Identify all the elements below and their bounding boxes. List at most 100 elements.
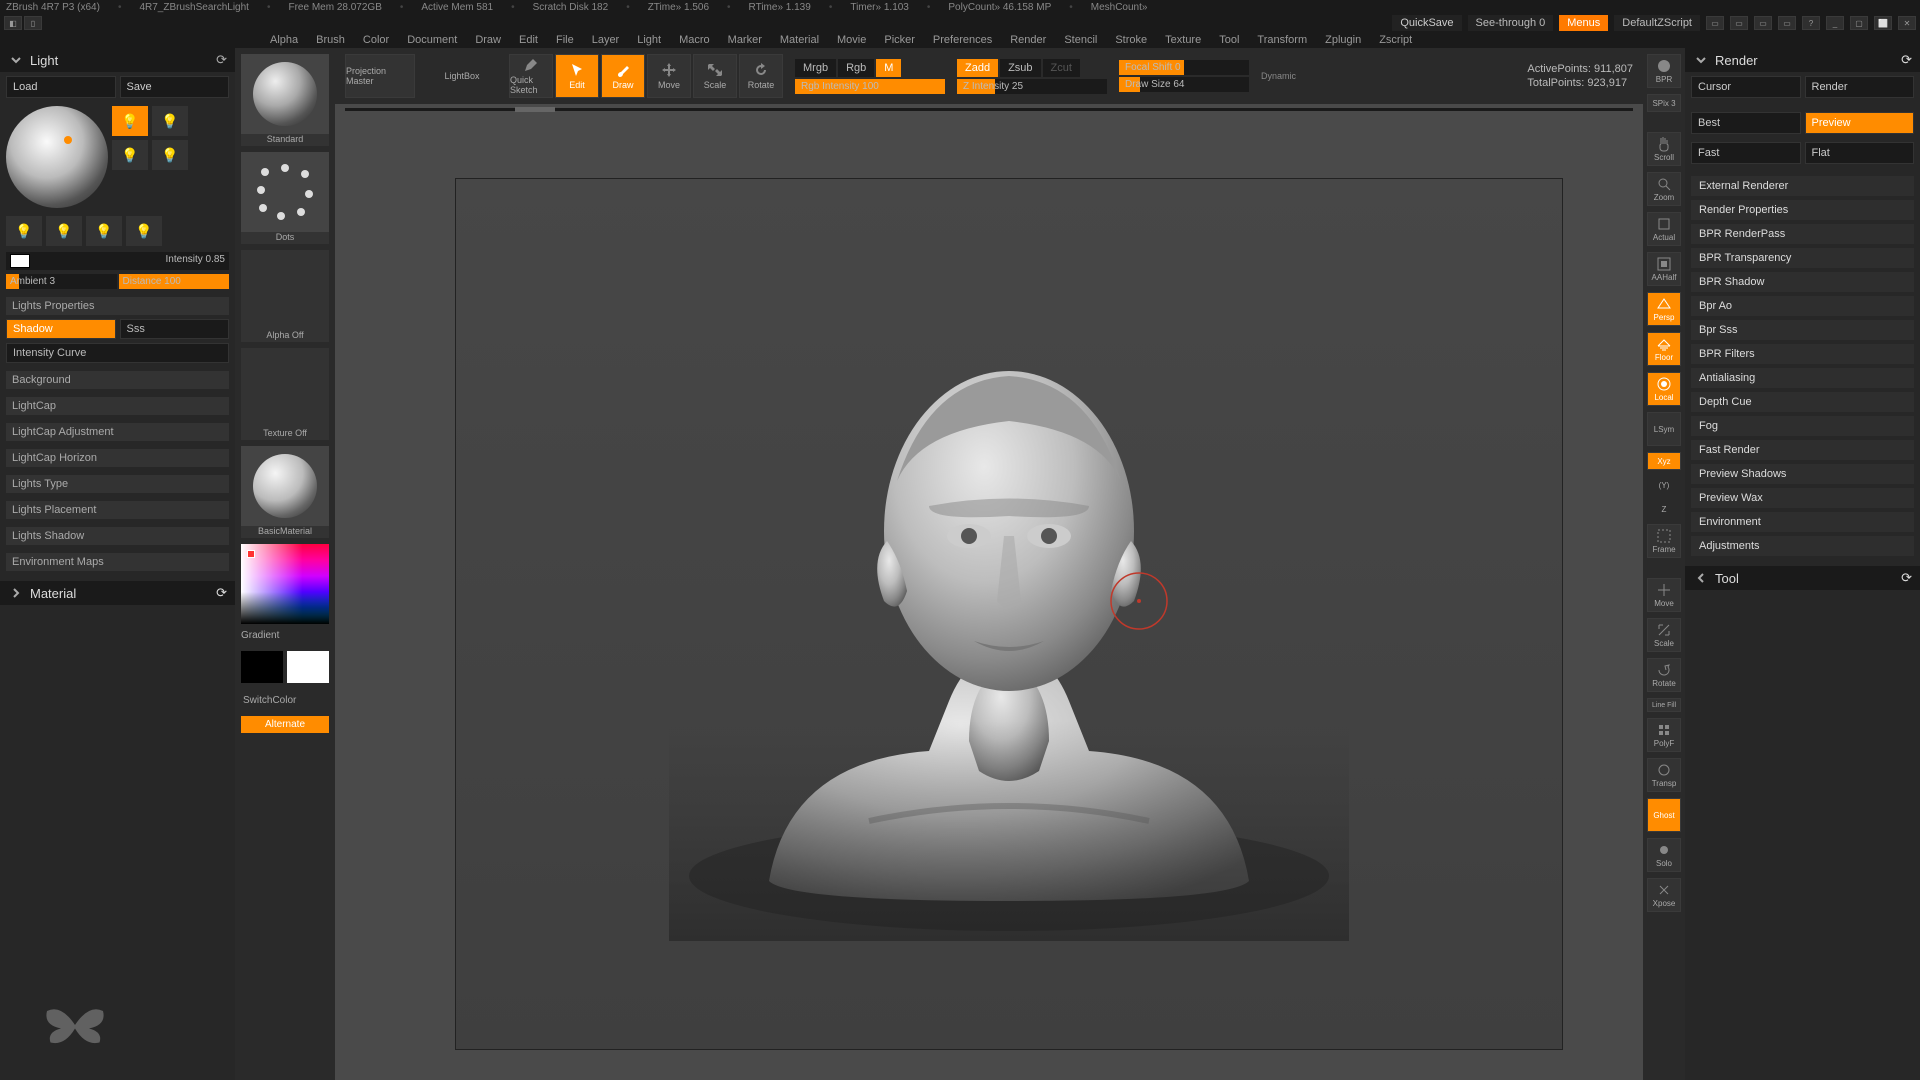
restore-icon[interactable]: ▢ [1850,16,1868,30]
scroll-button[interactable]: Scroll [1647,132,1681,166]
nav-scale-button[interactable]: Scale [1647,618,1681,652]
layout-2-icon[interactable]: ▭ [1730,16,1748,30]
flat-button[interactable]: Flat [1805,142,1915,164]
section-background[interactable]: Background [6,371,229,389]
secondary-color-swatch[interactable] [241,651,283,683]
draw-button[interactable]: Draw [601,54,645,98]
section-lightcap-adj[interactable]: LightCap Adjustment [6,423,229,441]
menu-draw[interactable]: Draw [475,34,501,46]
move-button[interactable]: Move [647,54,691,98]
intensity-slider[interactable]: Intensity 0.85 [6,252,229,270]
render-item-pwax[interactable]: Preview Wax [1691,488,1914,508]
persp-button[interactable]: Persp [1647,292,1681,326]
menu-transform[interactable]: Transform [1257,34,1307,46]
render-item-fog[interactable]: Fog [1691,416,1914,436]
section-lightcap[interactable]: LightCap [6,397,229,415]
transp-button[interactable]: Transp [1647,758,1681,792]
menu-alpha[interactable]: Alpha [270,34,298,46]
spix-slider[interactable]: SPix 3 [1647,94,1681,112]
nav-move-button[interactable]: Move [1647,578,1681,612]
menus-toggle[interactable]: Menus [1559,15,1608,31]
light-panel-header[interactable]: Light ⟳ [0,48,235,72]
z-button[interactable]: Z [1647,500,1681,518]
menu-texture[interactable]: Texture [1165,34,1201,46]
menu-movie[interactable]: Movie [837,34,866,46]
render-item-depth[interactable]: Depth Cue [1691,392,1914,412]
switch-color-button[interactable]: SwitchColor [241,693,329,708]
help-icon[interactable]: ? [1802,16,1820,30]
menu-document[interactable]: Document [407,34,457,46]
edit-button[interactable]: Edit [555,54,599,98]
light-4-toggle[interactable]: 💡 [152,140,188,170]
best-button[interactable]: Best [1691,112,1801,134]
menu-macro[interactable]: Macro [679,34,710,46]
mrgb-toggle[interactable]: Mrgb [795,59,836,77]
nav-rotate-button[interactable]: Rotate [1647,658,1681,692]
frame-button[interactable]: Frame [1647,524,1681,558]
menu-file[interactable]: File [556,34,574,46]
menu-stencil[interactable]: Stencil [1064,34,1097,46]
material-selector[interactable]: BasicMaterial [241,446,329,538]
rgb-toggle[interactable]: Rgb [838,59,874,77]
bpr-button[interactable]: BPR [1647,54,1681,88]
render-item-renderpass[interactable]: BPR RenderPass [1691,224,1914,244]
zsub-toggle[interactable]: Zsub [1000,59,1040,77]
lights-properties-header[interactable]: Lights Properties [6,297,229,315]
sss-toggle[interactable]: Sss [120,319,230,339]
quick-sketch-button[interactable]: Quick Sketch [509,54,553,98]
layout-1-icon[interactable]: ▭ [1706,16,1724,30]
light-5-toggle[interactable]: 💡 [6,216,42,246]
m-toggle[interactable]: M [876,59,901,77]
lsym-button[interactable]: LSym [1647,412,1681,446]
stroke-selector[interactable]: Dots [241,152,329,244]
ghost-button[interactable]: Ghost [1647,798,1681,832]
menu-picker[interactable]: Picker [884,34,915,46]
save-button[interactable]: Save [120,76,230,98]
light-7-toggle[interactable]: 💡 [86,216,122,246]
render-item-external[interactable]: External Renderer [1691,176,1914,196]
section-lights-placement[interactable]: Lights Placement [6,501,229,519]
tool-panel-header[interactable]: Tool ⟳ [1685,566,1920,590]
xpose-button[interactable]: Xpose [1647,878,1681,912]
brush-selector[interactable]: Standard [241,54,329,146]
light-2-toggle[interactable]: 💡 [152,106,188,136]
rotate-button[interactable]: Rotate [739,54,783,98]
floor-button[interactable]: Floor [1647,332,1681,366]
preview-button[interactable]: Preview [1805,112,1915,134]
texture-selector[interactable]: Texture Off [241,348,329,440]
shadow-toggle[interactable]: Shadow [6,319,116,339]
rgb-intensity-slider[interactable]: Rgb Intensity 100 [795,79,945,94]
zoom-button[interactable]: Zoom [1647,172,1681,206]
projection-master-button[interactable]: Projection Master [345,54,415,98]
menu-preferences[interactable]: Preferences [933,34,992,46]
refresh-icon[interactable]: ⟳ [216,52,227,68]
default-zscript[interactable]: DefaultZScript [1614,15,1700,31]
light-direction-sphere[interactable] [6,106,108,208]
z-intensity-slider[interactable]: Z Intensity 25 [957,79,1107,94]
zadd-toggle[interactable]: Zadd [957,59,998,77]
aahalf-button[interactable]: AAHalf [1647,252,1681,286]
render-item-aa[interactable]: Antialiasing [1691,368,1914,388]
render-item-transparency[interactable]: BPR Transparency [1691,248,1914,268]
render-panel-header[interactable]: Render ⟳ [1685,48,1920,72]
menu-layer[interactable]: Layer [592,34,620,46]
linefill-button[interactable]: Line Fill [1647,698,1681,712]
light-1-toggle[interactable]: 💡 [112,106,148,136]
solo-button[interactable]: Solo [1647,838,1681,872]
layout-3-icon[interactable]: ▭ [1754,16,1772,30]
menu-marker[interactable]: Marker [728,34,762,46]
section-lights-shadow[interactable]: Lights Shadow [6,527,229,545]
menu-stroke[interactable]: Stroke [1115,34,1147,46]
menu-zscript[interactable]: Zscript [1379,34,1412,46]
timeline-scrollbar[interactable] [345,108,1633,111]
menu-render[interactable]: Render [1010,34,1046,46]
render-item-fast[interactable]: Fast Render [1691,440,1914,460]
refresh-render-icon[interactable]: ⟳ [1901,52,1912,68]
draw-size-slider[interactable]: Draw Size 64 [1119,77,1249,92]
polyf-button[interactable]: PolyF [1647,718,1681,752]
cursor-button[interactable]: Cursor [1691,76,1801,98]
viewport[interactable] [455,178,1563,1050]
menu-zplugin[interactable]: Zplugin [1325,34,1361,46]
primary-color-swatch[interactable] [287,651,329,683]
light-color-swatch[interactable] [10,254,30,268]
